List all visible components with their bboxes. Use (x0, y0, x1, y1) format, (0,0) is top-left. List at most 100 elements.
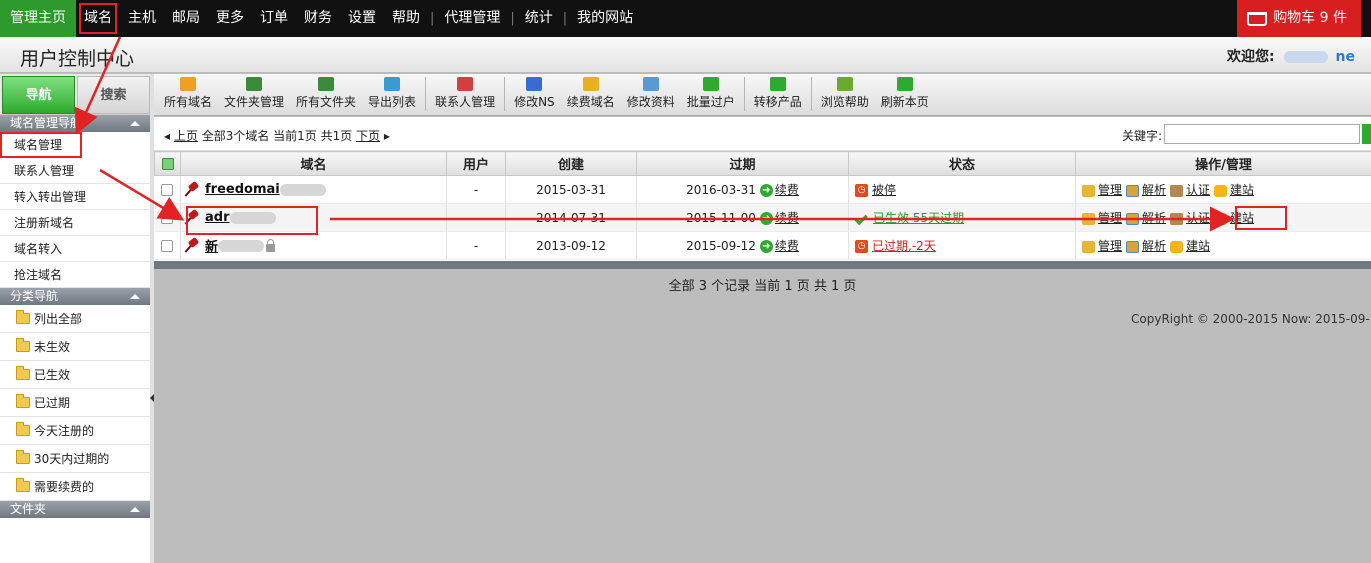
nav-settings[interactable]: 设置 (340, 0, 384, 37)
nav-orders[interactable]: 订单 (252, 0, 296, 37)
folder-section[interactable]: 文件夹 (0, 501, 150, 518)
op-verify[interactable]: 认证 (1170, 211, 1210, 225)
domain-nav-section[interactable]: 域名管理导航 (0, 115, 150, 132)
op-build-site[interactable]: 建站 (1170, 239, 1210, 253)
toolbar-button[interactable]: 续费域名 (561, 77, 621, 115)
col-user[interactable]: 用户 (446, 151, 506, 176)
nav-divider: | (510, 11, 515, 26)
op-dns[interactable]: 解析 (1126, 183, 1166, 197)
domain-link[interactable]: freedomai (205, 182, 280, 197)
domain-link[interactable]: 新 (205, 240, 218, 255)
op-build-site[interactable]: 建站 (1214, 183, 1254, 197)
renew-link[interactable]: 续费 (775, 239, 799, 253)
nav-mail[interactable]: 邮局 (164, 0, 208, 37)
sidebar-item-contacts[interactable]: 联系人管理 (0, 158, 150, 184)
row-checkbox[interactable] (154, 175, 181, 204)
op-verify[interactable]: 认证 (1170, 183, 1210, 197)
toolbar-button-label: 批量过户 (686, 95, 735, 109)
category-nav-section[interactable]: 分类导航 (0, 288, 150, 305)
build-site-icon (1214, 184, 1228, 197)
select-all-checkbox[interactable] (154, 151, 181, 176)
toolbar-button[interactable]: 联系人管理 (429, 77, 501, 115)
collapse-arrow-icon[interactable] (150, 394, 154, 402)
status-link[interactable]: 被停 (872, 183, 896, 197)
op-manage[interactable]: 管理 (1082, 183, 1122, 197)
op-dns[interactable]: 解析 (1126, 239, 1166, 253)
row-checkbox[interactable] (154, 203, 181, 232)
sidebar-item-backorder[interactable]: 抢注域名 (0, 262, 150, 288)
nav-domain[interactable]: 域名 (76, 0, 120, 37)
nav-stats[interactable]: 统计 (517, 0, 561, 37)
col-domain[interactable]: 域名 (180, 151, 447, 176)
toolbar-button[interactable]: 刷新本页 (875, 77, 935, 115)
table-row[interactable]: freedomai -2015-03-31 2016-03-31 ➜ 续费 ◷ 被停 管理 解析… (154, 175, 1371, 204)
expires-cell: 2015-11-00 ➜ 续费 (636, 203, 849, 232)
sidebar-item-transfer[interactable]: 转入转出管理 (0, 184, 150, 210)
nav-home[interactable]: 管理主页 (0, 0, 76, 37)
manage-icon (1082, 184, 1095, 197)
table-row[interactable]: adr 2014-07-31 2015-11-00 ➜ 续费 已生效 55天过期 管理 解析认… (154, 203, 1371, 232)
op-dns[interactable]: 解析 (1126, 211, 1166, 225)
toolbar-button[interactable]: 修改NS (508, 77, 561, 115)
category-label: 已生效 (34, 367, 71, 382)
tab-navigation[interactable]: 导航 (2, 76, 75, 114)
category-item[interactable]: 列出全部 (0, 305, 150, 333)
sidebar-item-transfer-in[interactable]: 域名转入 (0, 236, 150, 262)
toolbar-button[interactable]: 转移产品 (748, 77, 808, 115)
sidebar-item-register[interactable]: 注册新域名 (0, 210, 150, 236)
check-icon (854, 211, 868, 226)
renew-icon: ➜ (759, 240, 773, 253)
page-title: 用户控制中心 (20, 48, 135, 70)
created-cell: 2014-07-31 (505, 203, 637, 232)
col-expires[interactable]: 过期 (636, 151, 849, 176)
op-label: 解析 (1142, 239, 1167, 253)
sidebar-item-domain-management[interactable]: 域名管理 (0, 132, 82, 158)
keyword-input[interactable] (1164, 124, 1360, 144)
op-manage[interactable]: 管理 (1082, 211, 1122, 225)
renew-icon: ➜ (759, 212, 773, 225)
blurred-domain (218, 239, 265, 252)
toolbar-button[interactable]: 批量过户 (681, 77, 741, 115)
toolbar-button-label: 所有文件夹 (296, 95, 357, 109)
tab-search[interactable]: 搜索 (77, 76, 150, 114)
renew-link[interactable]: 续费 (775, 211, 799, 225)
toolbar-button[interactable]: 所有域名 (158, 77, 218, 115)
search-go-button[interactable] (1362, 124, 1371, 144)
folder-icon (16, 366, 30, 380)
toolbar-button[interactable]: 所有文件夹 (290, 77, 362, 115)
toolbar-button[interactable]: 浏览帮助 (815, 77, 875, 115)
next-page-link[interactable]: 下页 (356, 129, 380, 143)
status-link[interactable]: 已生效 55天过期 (873, 211, 964, 225)
renew-link[interactable]: 续费 (775, 183, 799, 197)
nav-finance[interactable]: 财务 (296, 0, 340, 37)
category-item[interactable]: 已过期 (0, 389, 150, 417)
row-checkbox[interactable] (154, 231, 181, 260)
category-item[interactable]: 未生效 (0, 333, 150, 361)
category-label: 需要续费的 (34, 479, 95, 494)
actions-cell: 管理 解析 建站 (1075, 231, 1371, 260)
nav-agent[interactable]: 代理管理 (436, 0, 508, 37)
cart-button[interactable]: 购物车 9 件 (1237, 0, 1361, 37)
nav-more[interactable]: 更多 (208, 0, 252, 37)
op-manage[interactable]: 管理 (1082, 239, 1122, 253)
status-link[interactable]: 已过期,-2天 (872, 239, 936, 253)
col-created[interactable]: 创建 (505, 151, 637, 176)
nav-help[interactable]: 帮助 (384, 0, 428, 37)
category-item[interactable]: 需要续费的 (0, 473, 150, 501)
prev-page-link[interactable]: 上页 (174, 129, 198, 143)
nav-my-site[interactable]: 我的网站 (569, 0, 641, 37)
username: ne (1335, 49, 1355, 65)
folder-window-icon (246, 77, 263, 91)
toolbar-button[interactable]: 文件夹管理 (218, 77, 290, 115)
toolbar-divider (810, 77, 812, 111)
nav-hosting[interactable]: 主机 (120, 0, 164, 37)
table-row[interactable]: 新 -2013-09-12 2015-09-12 ➜ 续费 ◷ 已过期,-2天 管理 解析 建站 (154, 231, 1371, 260)
toolbar-button[interactable]: 导出列表 (362, 77, 422, 115)
category-item[interactable]: 已生效 (0, 361, 150, 389)
category-item[interactable]: 今天注册的 (0, 417, 150, 445)
status-cell: ◷ 被停 (848, 175, 1076, 204)
col-status[interactable]: 状态 (848, 151, 1076, 176)
toolbar-button[interactable]: 修改资料 (621, 77, 681, 115)
category-item[interactable]: 30天内过期的 (0, 445, 150, 473)
dns-icon (1126, 212, 1140, 225)
